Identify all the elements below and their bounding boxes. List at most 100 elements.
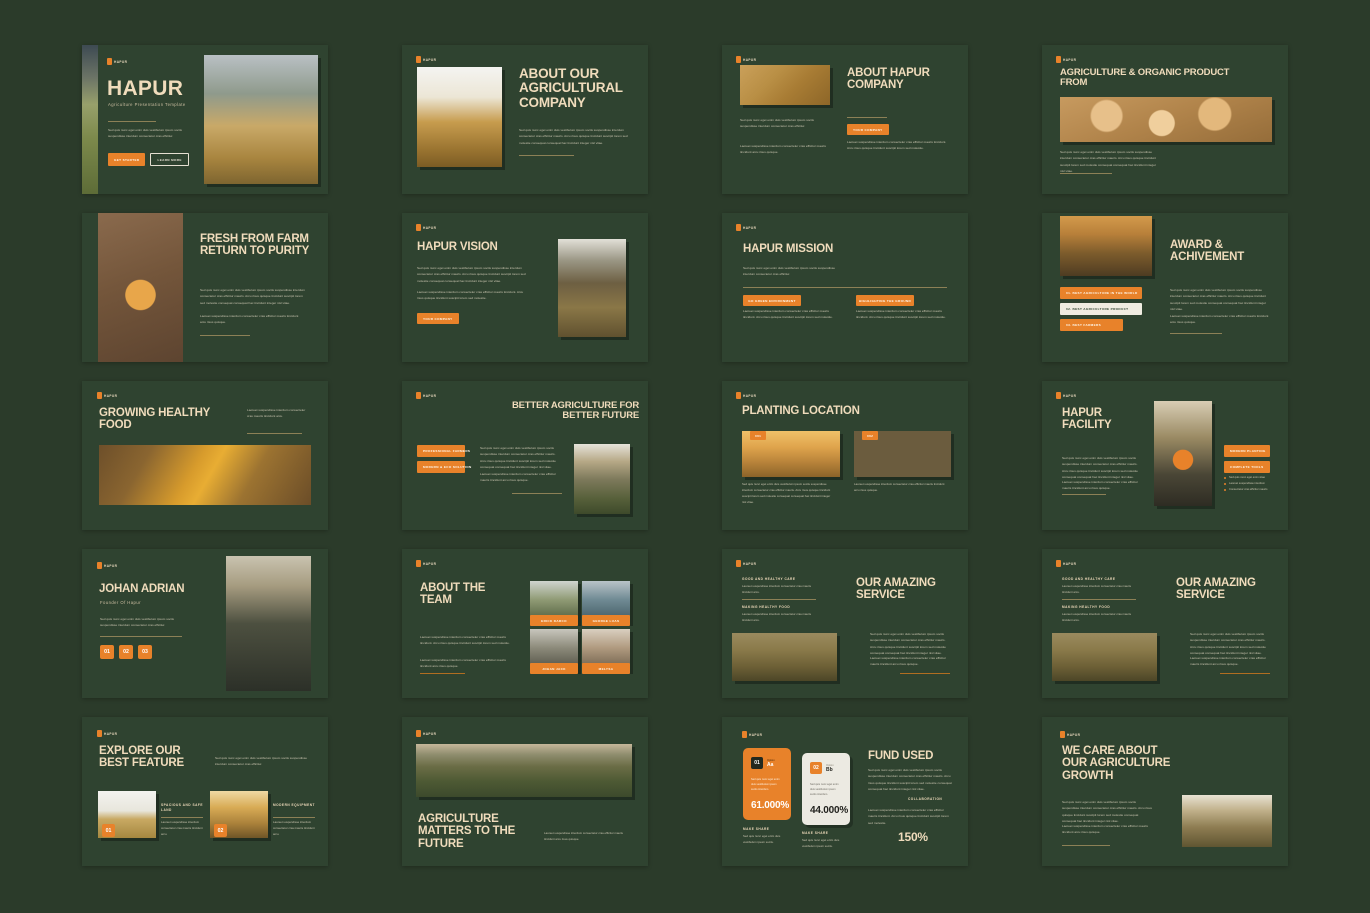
feature-badge-1[interactable]: PROFESSIONAL FARMERS	[417, 445, 470, 457]
slide-hapur-facility[interactable]: HAPUR HAPUR FACILITY Sed quis nunc eget …	[1042, 381, 1288, 530]
slide-award-achievement[interactable]: AWARD & ACHIVEMENT 01. BEST AGRICULTURE …	[1042, 213, 1288, 362]
slide-johan-adrian[interactable]: HAPUR JOHAN ADRIAN Founder Of Hapur Sed …	[82, 549, 328, 698]
slide-paragraph-2: Laoreet suspendisse interdum consectetur…	[200, 314, 299, 325]
slide-our-amazing-service-b[interactable]: HAPUR GOOD AND HEALTHY CARE Laoreet susp…	[1042, 549, 1288, 698]
slide-our-amazing-service-a[interactable]: HAPUR GOOD AND HEALTHY CARE Laoreet susp…	[722, 549, 968, 698]
handshake-wheat-photo	[417, 67, 502, 167]
slide-growing-healthy-food[interactable]: HAPUR GROWING HEALTHY FOOD Laoreet suspe…	[82, 381, 328, 530]
location-tag-1[interactable]: 001	[750, 431, 767, 440]
slide-title: OUR AMAZING SERVICE	[856, 577, 936, 602]
person-role: Founder Of Hapur	[100, 600, 141, 605]
cattle-herd-photo	[732, 633, 837, 681]
slide-paragraph-2: Laoreet suspendisse interdum consectetur…	[1062, 824, 1148, 835]
slide-fresh-from-farm[interactable]: FRESH FROM FARM RETURN TO PURITY Sed qui…	[82, 213, 328, 362]
slide-about-hapur-company[interactable]: HAPUR ABOUT HAPUR COMPANY YOUR COMPANY L…	[722, 45, 968, 194]
left-paragraph-2: Laoreet suspendisse interdum consectetur…	[740, 144, 826, 155]
brand-logo: HAPUR	[416, 730, 436, 737]
logo-mark-icon	[736, 56, 741, 63]
feature-badge-2[interactable]: MODERN & ECO SOLUTION	[417, 461, 471, 473]
slide-about-agricultural-company[interactable]: HAPUR ABOUT OUR AGRICULTURAL COMPANY Sed…	[402, 45, 648, 194]
slide-divider	[847, 117, 887, 118]
slide-about-the-team[interactable]: HAPUR ABOUT THE TEAM Laoreet suspendisse…	[402, 549, 648, 698]
slide-title: WE CARE ABOUT OUR AGRICULTURE GROWTH	[1062, 745, 1171, 782]
person-name: JOHAN ADRIAN	[99, 583, 185, 595]
collaboration-label: COLLABORATION	[908, 797, 943, 801]
slide-paragraph-1: Sed quis nunc eget enim duis vestibulum …	[200, 288, 305, 305]
cover-title: HAPUR	[107, 77, 184, 100]
award-badge-2[interactable]: 02. BEST AGRICULTURE PRODUCT	[1060, 303, 1142, 315]
facility-badge-1[interactable]: MODERN PLANTING	[1224, 445, 1270, 457]
brand-logo: HAPUR	[97, 392, 117, 399]
slide-we-care-about[interactable]: HAPUR WE CARE ABOUT OUR AGRICULTURE GROW…	[1042, 717, 1288, 866]
brand-logo: HAPUR	[736, 392, 756, 399]
learn-more-button[interactable]: LEARN MORE	[150, 153, 189, 166]
slide-title: HAPUR FACILITY	[1062, 407, 1112, 432]
option-value-1: Aa	[767, 761, 774, 768]
award-badge-1[interactable]: 01. BEST AGRICULTURE IN THE WORLD	[1060, 287, 1142, 299]
logo-wordmark: HAPUR	[1063, 57, 1077, 62]
feature-divider-1	[742, 599, 816, 600]
brand-logo: HAPUR	[416, 56, 436, 63]
location-paragraph-1: Sed quis nunc eget enim duis vestibulum …	[742, 482, 831, 504]
your-company-button[interactable]: YOUR COMPANY	[417, 313, 459, 324]
team-name-3[interactable]: JOHAN JACK	[530, 663, 578, 674]
brand-logo: HAPUR	[97, 562, 117, 569]
feature-title-1: GOOD AND HEALTHY CARE	[1062, 577, 1116, 581]
total-value: 150%	[898, 830, 928, 844]
slide-explore-best-feature[interactable]: HAPUR EXPLORE OUR BEST FEATURE Sed quis …	[82, 717, 328, 866]
logo-mark-icon	[742, 731, 747, 738]
team-name-4[interactable]: MELYSA	[582, 663, 630, 674]
cover-divider	[108, 121, 156, 122]
brand-logo: HAPUR	[1056, 56, 1076, 63]
stat-number-1: 01	[751, 757, 763, 769]
feature-desc-1: Laoreet suspendisse interdum consectetur…	[742, 584, 812, 594]
location-tag-2[interactable]: 002	[862, 431, 879, 440]
brand-logo: HAPUR	[1056, 560, 1076, 567]
feature-divider-1	[1062, 599, 1136, 600]
slide-paragraph-1: Sed quis nunc eget enim duis vestibulum …	[870, 632, 946, 655]
person-paragraph: Sed quis nunc eget enim duis vestibulum …	[100, 617, 174, 628]
logo-wordmark: HAPUR	[1067, 732, 1081, 737]
award-badge-3[interactable]: 03. BEST FARMERS	[1060, 319, 1123, 331]
slide-agriculture-organic-product[interactable]: HAPUR AGRICULTURE & ORGANIC PRODUCT FROM…	[1042, 45, 1288, 194]
fund-paragraph: Sed quis nunc eget enim duis vestibulum …	[868, 768, 952, 791]
team-name-1[interactable]: ERICK DARCO	[530, 615, 578, 626]
logo-wordmark: HAPUR	[423, 57, 437, 62]
your-company-button[interactable]: YOUR COMPANY	[847, 124, 889, 135]
stat-card-1[interactable]: 01 Option Aa Sed quis nunc eget enim dui…	[743, 748, 791, 820]
stat-number-2: 02	[810, 762, 822, 774]
slide-title: FUND USED	[868, 750, 934, 762]
number-chip-2[interactable]: 02	[119, 645, 133, 659]
logo-wordmark: HAPUR	[743, 57, 757, 62]
slide-title: HAPUR VISION	[417, 241, 498, 253]
slide-fund-used[interactable]: HAPUR 01 Option Aa Sed quis nunc eget en…	[722, 717, 968, 866]
slide-better-agriculture[interactable]: HAPUR BETTER AGRICULTURE FOR BETTER FUTU…	[402, 381, 648, 530]
mission-badge-2[interactable]: HIGHLIGHTING THE GROUND	[856, 295, 914, 306]
make-share-desc-1: Sed quis nunc eget enim duis vestibulum …	[743, 834, 781, 844]
slide-agriculture-matters[interactable]: HAPUR AGRICULTURE MATTERS TO THE FUTURE …	[402, 717, 648, 866]
number-chip-3[interactable]: 03	[138, 645, 152, 659]
slide-paragraph: Sed quis nunc eget enim duis vestibulum …	[743, 266, 836, 277]
number-chip-1[interactable]: 01	[100, 645, 114, 659]
get-started-button[interactable]: GET STARTED	[108, 153, 146, 166]
facility-badge-2[interactable]: COMPLETE TOOLS	[1224, 461, 1270, 473]
slide-planting-location[interactable]: HAPUR PLANTING LOCATION 001 Sed quis nun…	[722, 381, 968, 530]
feature-desc-2: Laoreet suspendisse interdum consectetur…	[742, 612, 812, 622]
slide-hapur-mission[interactable]: HAPUR HAPUR MISSION Sed quis nunc eget e…	[722, 213, 968, 362]
slide-title: HAPUR MISSION	[743, 243, 834, 255]
team-name-2[interactable]: GEORGE LUAS	[582, 615, 630, 626]
logo-mark-icon	[416, 224, 421, 231]
brand-logo: HAPUR	[107, 58, 127, 65]
slide-cover[interactable]: HAPUR HAPUR Agriculture Presentation Tem…	[82, 45, 328, 194]
feature-number-2[interactable]: 02	[214, 824, 227, 837]
slide-divider	[100, 636, 182, 637]
logo-mark-icon	[416, 560, 421, 567]
slide-paragraph-1: Laoreet suspendisse interdum consectetur…	[420, 635, 510, 646]
mission-badge-1[interactable]: GO GREEN ENVIRONMENT	[743, 295, 801, 306]
logo-wordmark: HAPUR	[104, 731, 118, 736]
stat-card-2[interactable]: 02 Option Bb Sed quis nunc eget enim dui…	[802, 753, 850, 825]
slide-hapur-vision[interactable]: HAPUR HAPUR VISION Sed quis nunc eget en…	[402, 213, 648, 362]
feature-number-1[interactable]: 01	[102, 824, 115, 837]
slide-title: AWARD & ACHIVEMENT	[1170, 239, 1245, 264]
tractor-sunset-photo	[1060, 216, 1152, 276]
